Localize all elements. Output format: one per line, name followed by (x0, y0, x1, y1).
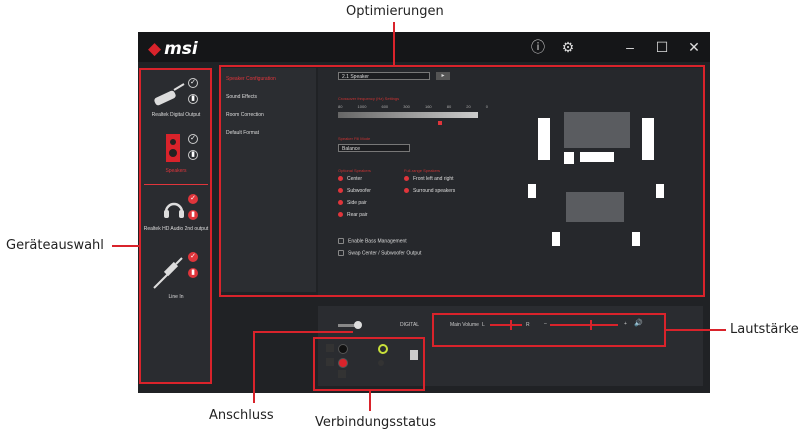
title-bar: ◆ msi ⓘ ⚙ – ☐ ✕ (138, 32, 710, 62)
callout-verbindungsstatus: Verbindungsstatus (315, 415, 437, 430)
minimize-icon[interactable]: – (622, 39, 638, 55)
info-icon[interactable]: ⓘ (530, 39, 546, 55)
highlight-volume (432, 313, 666, 347)
callout-line-anschluss-v (253, 331, 255, 403)
callout-lautstaerke: Lautstärke (730, 322, 799, 337)
callout-line-left (112, 245, 139, 247)
highlight-connection-status (313, 337, 425, 391)
highlight-device-selection (139, 68, 212, 384)
callout-line-status (369, 391, 371, 411)
callout-line-top (393, 22, 395, 65)
callout-anschluss: Anschluss (209, 408, 274, 423)
msi-logo: ◆ msi (148, 39, 198, 59)
highlight-optimizations (219, 65, 705, 297)
close-icon[interactable]: ✕ (686, 39, 702, 55)
callout-line-right (666, 329, 726, 331)
callout-optimierungen: Optimierungen (346, 4, 444, 19)
digital-label: DIGITAL (400, 322, 420, 328)
maximize-icon[interactable]: ☐ (654, 39, 670, 55)
settings-icon[interactable]: ⚙ (560, 39, 576, 55)
dragon-icon: ◆ (148, 39, 162, 59)
callout-line-anschluss-h (253, 331, 353, 333)
connector-toggle-knob[interactable] (354, 321, 362, 329)
callout-geraeteauswahl: Geräteauswahl (6, 238, 104, 253)
